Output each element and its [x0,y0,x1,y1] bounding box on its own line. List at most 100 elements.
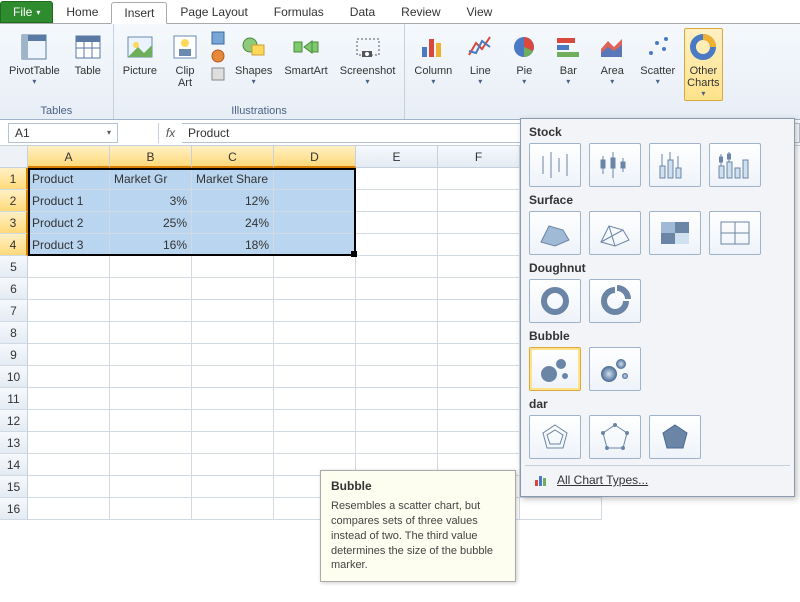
column-header[interactable]: B [110,146,192,168]
tab-review[interactable]: Review [388,1,453,23]
cell[interactable] [110,388,192,410]
picture-button[interactable]: Picture [120,28,160,80]
cell[interactable] [192,410,274,432]
fx-button[interactable]: fx [158,123,182,143]
cell[interactable] [438,388,520,410]
cell[interactable]: Product 3 [28,234,110,256]
cell[interactable] [110,366,192,388]
cell[interactable] [274,256,356,278]
cell[interactable] [356,190,438,212]
cell[interactable] [438,212,520,234]
cell[interactable] [356,168,438,190]
column-header[interactable]: F [438,146,520,168]
column-header[interactable]: A [28,146,110,168]
cell[interactable] [274,366,356,388]
cell[interactable] [192,344,274,366]
radar-chart-1[interactable] [529,415,581,459]
select-all-corner[interactable] [0,146,28,168]
tab-file[interactable]: File▾ [0,1,53,23]
tab-home[interactable]: Home [53,1,111,23]
bubble-chart-2[interactable] [589,347,641,391]
cell[interactable] [192,432,274,454]
cell[interactable] [28,388,110,410]
shape-mini-icon[interactable] [210,30,226,46]
cell[interactable] [192,322,274,344]
cell[interactable] [356,344,438,366]
stock-chart-2[interactable] [589,143,641,187]
cell[interactable] [28,256,110,278]
cell[interactable] [110,476,192,498]
shape-mini-icon[interactable] [210,66,226,82]
row-header[interactable]: 11 [0,388,28,410]
row-header[interactable]: 7 [0,300,28,322]
cell[interactable] [438,410,520,432]
cell[interactable] [28,476,110,498]
cell[interactable] [438,366,520,388]
cell[interactable]: 12% [192,190,274,212]
cell[interactable]: 16% [110,234,192,256]
cell[interactable]: Product 2 [28,212,110,234]
cell[interactable] [192,388,274,410]
name-box[interactable]: A1▾ [8,123,118,143]
tab-data[interactable]: Data [337,1,388,23]
surface-chart-3[interactable] [649,211,701,255]
tab-insert[interactable]: Insert [111,2,167,24]
row-header[interactable]: 6 [0,278,28,300]
cell[interactable] [274,300,356,322]
cell[interactable] [438,256,520,278]
tab-formulas[interactable]: Formulas [261,1,337,23]
cell[interactable] [438,344,520,366]
cell[interactable] [356,322,438,344]
cell[interactable] [28,498,110,520]
cell[interactable] [356,256,438,278]
row-header[interactable]: 14 [0,454,28,476]
cell[interactable] [274,168,356,190]
radar-chart-2[interactable] [589,415,641,459]
clip-art-button[interactable]: Clip Art [166,28,204,92]
stock-chart-3[interactable] [649,143,701,187]
cell[interactable] [274,344,356,366]
cell[interactable]: 25% [110,212,192,234]
other-charts-button[interactable]: Other Charts▾ [684,28,722,101]
cell[interactable] [274,278,356,300]
cell[interactable] [274,432,356,454]
cell[interactable] [110,322,192,344]
cell[interactable] [356,366,438,388]
pivottable-button[interactable]: PivotTable▾ [6,28,63,89]
cell[interactable] [28,300,110,322]
cell[interactable] [438,190,520,212]
cell[interactable] [520,498,602,520]
line-chart-button[interactable]: Line▾ [461,28,499,89]
shapes-button[interactable]: Shapes▾ [232,28,275,89]
column-header[interactable]: E [356,146,438,168]
row-header[interactable]: 13 [0,432,28,454]
cell[interactable] [192,300,274,322]
tab-view[interactable]: View [454,1,506,23]
column-header[interactable]: C [192,146,274,168]
doughnut-chart-2[interactable] [589,279,641,323]
cell[interactable] [356,278,438,300]
cell[interactable] [438,300,520,322]
doughnut-chart-1[interactable] [529,279,581,323]
cell[interactable]: Product 1 [28,190,110,212]
row-header[interactable]: 12 [0,410,28,432]
cell[interactable] [28,432,110,454]
surface-chart-2[interactable] [589,211,641,255]
area-chart-button[interactable]: Area▾ [593,28,631,89]
cell[interactable] [356,212,438,234]
cell[interactable] [28,366,110,388]
cell[interactable] [274,234,356,256]
cell[interactable]: Product [28,168,110,190]
scatter-chart-button[interactable]: Scatter▾ [637,28,678,89]
cell[interactable] [28,410,110,432]
tab-page-layout[interactable]: Page Layout [167,1,260,23]
radar-chart-3[interactable] [649,415,701,459]
cell[interactable] [356,388,438,410]
row-header[interactable]: 10 [0,366,28,388]
cell[interactable] [438,432,520,454]
cell[interactable] [192,476,274,498]
cell[interactable] [28,322,110,344]
cell[interactable] [192,454,274,476]
screenshot-button[interactable]: Screenshot▾ [337,28,399,89]
shape-mini-icon[interactable] [210,48,226,64]
